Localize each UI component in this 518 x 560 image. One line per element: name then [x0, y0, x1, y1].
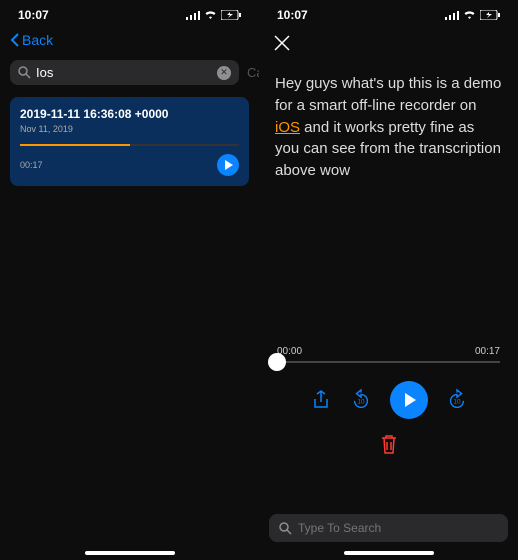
signal-icon [445, 10, 459, 20]
signal-icon [186, 10, 200, 20]
status-time: 10:07 [277, 8, 308, 22]
home-indicator[interactable] [344, 551, 434, 555]
chevron-left-icon [10, 33, 20, 47]
search-input[interactable] [36, 65, 212, 80]
battery-icon [480, 10, 500, 20]
slider-thumb[interactable] [268, 353, 286, 371]
rewind-10-icon: 10 [350, 388, 372, 412]
back-button[interactable]: Back [10, 32, 249, 48]
rewind-10-button[interactable]: 10 [350, 389, 372, 411]
search-icon [18, 66, 31, 79]
play-icon [401, 392, 417, 408]
transcript-text: Hey guys what's up this is a demo for a … [275, 73, 502, 182]
status-bar: 10:07 [0, 0, 259, 26]
player: 00:00 00:17 10 10 [259, 346, 518, 460]
status-bar: 10:07 [259, 0, 518, 26]
status-indicators [186, 10, 241, 20]
playback-slider[interactable] [277, 361, 500, 363]
forward-10-icon: 10 [446, 388, 468, 412]
delete-button[interactable] [379, 433, 399, 460]
recording-date: Nov 11, 2019 [20, 124, 239, 134]
status-time: 10:07 [18, 8, 49, 22]
wifi-icon [463, 10, 476, 20]
progress-fill [20, 144, 130, 146]
recording-title: 2019-11-11 16:36:08 +0000 [20, 107, 239, 121]
transcript-highlight: iOS [275, 119, 300, 136]
recording-detail-screen: 10:07 Hey guys what's up this is a demo … [259, 0, 518, 560]
status-indicators [445, 10, 500, 20]
clear-search-button[interactable]: ✕ [217, 66, 231, 80]
bottom-search-input[interactable] [298, 521, 498, 535]
play-button[interactable] [390, 381, 428, 419]
share-button[interactable] [310, 389, 332, 411]
recording-card[interactable]: 2019-11-11 16:36:08 +0000 Nov 11, 2019 0… [10, 97, 249, 186]
bottom-search-field[interactable] [269, 514, 508, 542]
transcript: Hey guys what's up this is a demo for a … [259, 65, 518, 190]
play-icon [223, 160, 233, 170]
play-button-small[interactable] [217, 154, 239, 176]
progress-bar[interactable] [20, 144, 239, 146]
forward-10-button[interactable]: 10 [446, 389, 468, 411]
back-label: Back [22, 32, 53, 48]
close-icon [273, 34, 291, 52]
recording-duration: 00:17 [20, 160, 43, 170]
svg-text:10: 10 [453, 399, 461, 406]
battery-icon [221, 10, 241, 20]
search-results-screen: 10:07 Back ✕ Cancel 2019-11-11 16:36:08 … [0, 0, 259, 560]
svg-text:10: 10 [357, 399, 365, 406]
time-total: 00:17 [475, 346, 500, 357]
home-indicator[interactable] [85, 551, 175, 555]
search-field[interactable]: ✕ [10, 60, 239, 85]
close-button[interactable] [273, 36, 291, 56]
search-icon [279, 522, 292, 535]
trash-icon [379, 433, 399, 455]
wifi-icon [204, 10, 217, 20]
share-icon [312, 390, 330, 410]
